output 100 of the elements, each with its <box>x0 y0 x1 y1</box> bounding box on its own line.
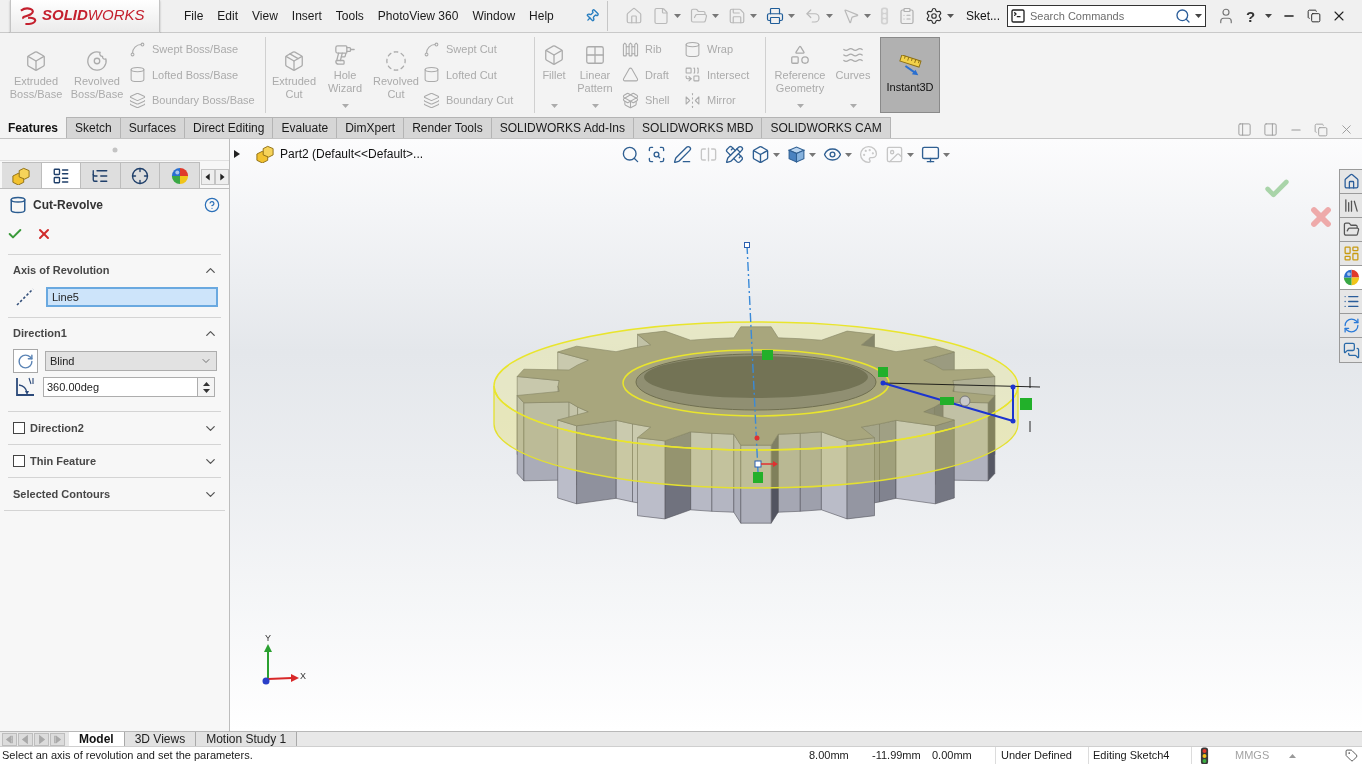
cylinder-icon <box>9 196 27 214</box>
caret-icon[interactable] <box>1265 14 1273 18</box>
pen-icon[interactable] <box>673 145 692 164</box>
caret-icon[interactable] <box>947 14 954 18</box>
section-title[interactable]: Thin Feature <box>30 452 96 470</box>
ribbon-tab[interactable]: SOLIDWORKS CAM <box>762 117 891 138</box>
menu-item[interactable]: View <box>245 5 285 27</box>
menu-item[interactable]: File <box>177 5 211 27</box>
drag-handle-icon[interactable] <box>111 146 118 153</box>
restore-icon[interactable] <box>1307 9 1322 23</box>
caret-icon[interactable] <box>907 152 914 157</box>
ribbon-tab[interactable]: Render Tools <box>404 117 492 138</box>
section-title[interactable]: Axis of Revolution <box>13 261 110 279</box>
editing-status: Editing Sketch4 <box>1088 747 1191 764</box>
magnifier-frame-icon[interactable] <box>647 145 666 164</box>
cube-icon[interactable] <box>751 145 770 164</box>
ribbon-tab[interactable]: DimXpert <box>337 117 405 138</box>
panel-tab[interactable] <box>41 162 82 188</box>
bottom-tab[interactable]: Motion Study 1 <box>196 732 298 746</box>
coordinate-readout: -11.99mm <box>872 748 922 764</box>
status-message: Select an axis of revolution and set the parameters. <box>1 748 254 764</box>
caret-icon[interactable] <box>773 152 780 157</box>
terminal-icon <box>1010 8 1026 24</box>
menu-item[interactable]: Window <box>465 5 523 27</box>
dashed-line-icon <box>15 287 35 307</box>
sphere-icon[interactable] <box>170 166 189 185</box>
caret-icon[interactable] <box>943 152 950 157</box>
menu-item[interactable]: Help <box>522 5 561 27</box>
caret-icon[interactable] <box>1195 14 1202 18</box>
part-name-label[interactable]: Part2 (Default<<Default>... <box>280 145 424 163</box>
tile-left-icon[interactable] <box>1237 122 1252 137</box>
layers-icon <box>423 91 440 109</box>
clipboard-list-icon[interactable] <box>898 7 916 25</box>
ribbon-tab[interactable]: Direct Editing <box>185 117 274 138</box>
dashed-circle-icon <box>385 49 407 72</box>
menu-item[interactable]: Tools <box>328 5 371 27</box>
search-bar[interactable]: Search Commands <box>1007 5 1206 27</box>
cylinder-icon <box>129 66 146 84</box>
tile-right-icon[interactable] <box>1263 122 1278 137</box>
monitor-icon[interactable] <box>921 145 940 164</box>
cube-icon <box>543 44 565 66</box>
section-title[interactable]: Direction2 <box>30 419 84 437</box>
section-title[interactable]: Direction1 <box>13 324 67 342</box>
blocks-icon <box>11 166 32 185</box>
logo-mark-icon <box>19 6 39 25</box>
section-title[interactable]: Selected Contours <box>13 485 111 503</box>
printer-icon[interactable] <box>766 7 784 25</box>
package-icon <box>283 49 305 72</box>
bottom-tab[interactable]: 3D Views <box>124 732 197 746</box>
axis-field[interactable]: Line5 <box>46 287 218 307</box>
settings-icon[interactable] <box>925 7 943 25</box>
ribbon-tab[interactable]: Surfaces <box>120 117 186 138</box>
tag-icon[interactable] <box>1345 749 1358 762</box>
ribbon-tab[interactable]: Evaluate <box>273 117 338 138</box>
caret-up-icon[interactable] <box>1289 753 1296 758</box>
ribbon-tab[interactable]: SOLIDWORKS Add-Ins <box>491 117 635 138</box>
menu-item[interactable]: Edit <box>210 5 246 27</box>
spinner-arrows-icon[interactable] <box>198 377 215 397</box>
panel-tab[interactable] <box>81 162 121 188</box>
ribbon-tab[interactable]: SOLIDWORKS MBD <box>634 117 763 138</box>
axis-label: Y <box>265 633 272 643</box>
sphere-icon[interactable] <box>1342 269 1360 286</box>
combine-icon <box>684 66 701 84</box>
help-button[interactable]: ? <box>1246 8 1256 24</box>
drill-icon <box>334 44 356 66</box>
caret-icon[interactable] <box>809 152 816 157</box>
search-icon[interactable] <box>1175 8 1191 24</box>
menu-item[interactable]: Insert <box>284 5 329 27</box>
caret-icon[interactable] <box>845 152 852 157</box>
cancel-icon[interactable] <box>36 226 52 242</box>
coordinate-readout: 8.00mm <box>809 748 850 764</box>
magnifier-icon[interactable] <box>621 145 640 164</box>
ruler-arrow-icon <box>897 54 923 77</box>
angle-icon <box>14 376 36 398</box>
caret-right-icon[interactable] <box>234 150 240 158</box>
list-panel-icon <box>51 166 70 185</box>
angle-field[interactable]: 360.00deg <box>43 377 198 397</box>
checkbox[interactable] <box>13 455 25 467</box>
user-icon[interactable] <box>1217 7 1235 25</box>
ribbon-tab[interactable]: Sketch <box>67 117 121 138</box>
eye-icon[interactable] <box>823 145 842 164</box>
traffic-light-icon[interactable] <box>1200 746 1209 764</box>
help-icon[interactable] <box>204 197 220 213</box>
end-condition-dropdown[interactable]: Blind <box>45 351 217 371</box>
panel-tab[interactable] <box>120 162 161 188</box>
triangle-icon <box>622 66 639 84</box>
layers-icon <box>129 91 146 109</box>
panel-title: Cut-Revolve <box>33 197 103 214</box>
checkbox[interactable] <box>13 422 25 434</box>
shaded-cube-icon[interactable] <box>787 145 806 164</box>
axis-label: X <box>300 671 306 681</box>
toggle-button[interactable]: Instant3D <box>880 37 940 113</box>
curve-icon <box>423 41 440 59</box>
mirror-icon <box>684 91 701 109</box>
pencil-ruler-icon[interactable] <box>725 145 744 164</box>
menu-item[interactable]: PhotoView 360 <box>370 5 466 27</box>
bottom-tab[interactable]: Model <box>69 732 125 746</box>
ring-icon <box>86 49 108 72</box>
search-input[interactable]: Search Commands <box>1030 7 1171 25</box>
grid-icon <box>584 44 606 66</box>
